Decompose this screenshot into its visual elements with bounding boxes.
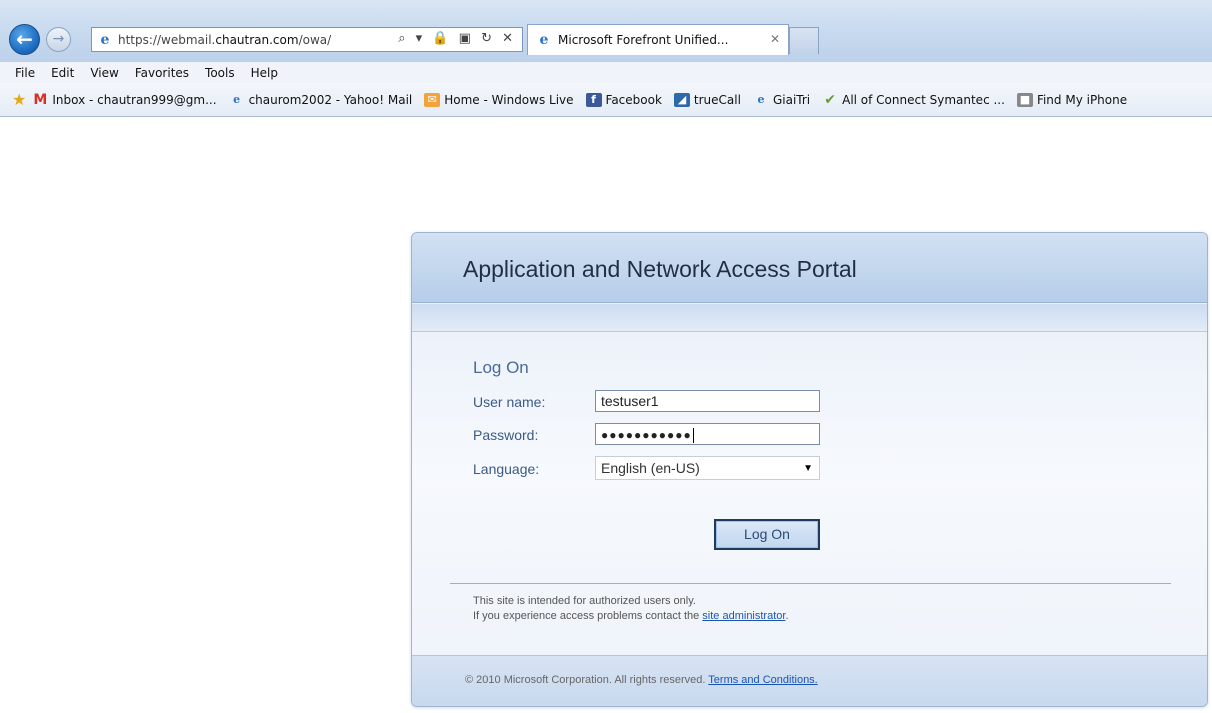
tab-forefront[interactable]: e Microsoft Forefront Unified... ✕ [527,24,789,55]
copyright-text: © 2010 Microsoft Corporation. All rights… [465,674,818,686]
ie-icon: e [539,32,549,48]
address-bar[interactable]: e https://webmail.chautran.com/owa/ ⌕ ▾ … [91,27,523,52]
address-tools[interactable]: ⌕ ▾ 🔒 ▣ ↻ ✕ [398,31,516,46]
favorites-bar: ★ M Inbox - chautran999@gm... e chaurom200… [0,83,1212,117]
favorite-item[interactable]: ◢ trueCall [673,92,741,107]
notice-line-1: This site is intended for authorized use… [473,595,696,607]
ie-icon: e [757,92,765,106]
terms-link[interactable]: Terms and Conditions. [708,674,817,686]
username-field[interactable]: testuser1 [595,390,820,412]
favorite-item[interactable]: e chaurom2002 - Yahoo! Mail [229,92,413,107]
close-tab-icon[interactable]: ✕ [770,32,780,46]
favorite-label: Facebook [605,92,662,107]
gmail-icon: M [33,91,48,108]
menu-edit[interactable]: Edit [51,66,74,80]
divider [450,583,1171,584]
language-label: Language: [473,461,540,477]
favorite-item[interactable]: ✔ All of Connect Symantec ... [822,93,1005,107]
portal-footer: © 2010 Microsoft Corporation. All rights… [412,655,1207,706]
username-label: User name: [473,394,546,410]
logon-heading: Log On [473,358,529,377]
portal-header: Application and Network Access Portal [412,233,1207,303]
favorite-label: chaurom2002 - Yahoo! Mail [248,92,413,107]
favorite-label: Inbox - chautran999@gm... [52,92,217,107]
url-text[interactable]: https://webmail.chautran.com/owa/ [118,33,331,47]
password-mask: ●●●●●●●●●●● [601,428,692,442]
password-label: Password: [473,427,539,443]
favorite-label: trueCall [693,92,741,107]
site-administrator-link[interactable]: site administrator [702,610,785,622]
forward-button[interactable]: → [46,27,71,52]
favorite-item[interactable]: ✉ Home - Windows Live [424,92,574,107]
menu-favorites[interactable]: Favorites [135,66,189,80]
favorite-label: Find My iPhone [1036,92,1128,107]
apple-icon: ■ [1016,92,1033,107]
access-portal-panel: Application and Network Access Portal Lo… [411,232,1208,707]
page-title: Application and Network Access Portal [463,256,857,282]
favorite-label: All of Connect Symantec ... [842,92,1005,107]
favorite-item[interactable]: ■ Find My iPhone [1016,92,1128,107]
password-field[interactable]: ●●●●●●●●●●● [595,423,820,445]
back-button[interactable]: ← [9,24,40,55]
dropdown-arrow-icon: ▼ [803,463,813,474]
facebook-icon: f [585,92,602,107]
favorite-item[interactable]: e GiaiTri [753,93,810,107]
text-caret [692,427,694,443]
browser-chrome: ← → e https://webmail.chautran.com/owa/ … [0,0,1212,62]
tab-title: Microsoft Forefront Unified... [558,33,729,47]
new-tab-button[interactable] [789,27,819,54]
favorite-item[interactable]: f Facebook [585,92,662,107]
menu-help[interactable]: Help [251,66,278,80]
logon-button[interactable]: Log On [714,519,820,550]
truecall-icon: ◢ [673,92,690,107]
favorite-label: GiaiTri [772,92,811,107]
header-strip [412,304,1207,332]
hotmail-icon: ✉ [424,92,441,107]
notice-line-2: If you experience access problems contac… [473,610,789,622]
language-select[interactable]: English (en-US) ▼ [595,456,820,480]
favorite-item[interactable]: M Inbox - chautran999@gm... [32,93,216,107]
menu-view[interactable]: View [90,66,118,80]
language-selected-value: English (en-US) [601,460,700,476]
menu-file[interactable]: File [15,66,35,80]
ie-icon: e [233,92,241,106]
check-icon: ✔ [824,91,836,108]
menu-bar: File Edit View Favorites Tools Help [0,62,1212,83]
menu-tools[interactable]: Tools [205,66,235,80]
favorite-label: Home - Windows Live [444,92,574,107]
favorites-star-icon[interactable]: ★ [12,90,26,109]
ie-icon: e [100,31,110,48]
